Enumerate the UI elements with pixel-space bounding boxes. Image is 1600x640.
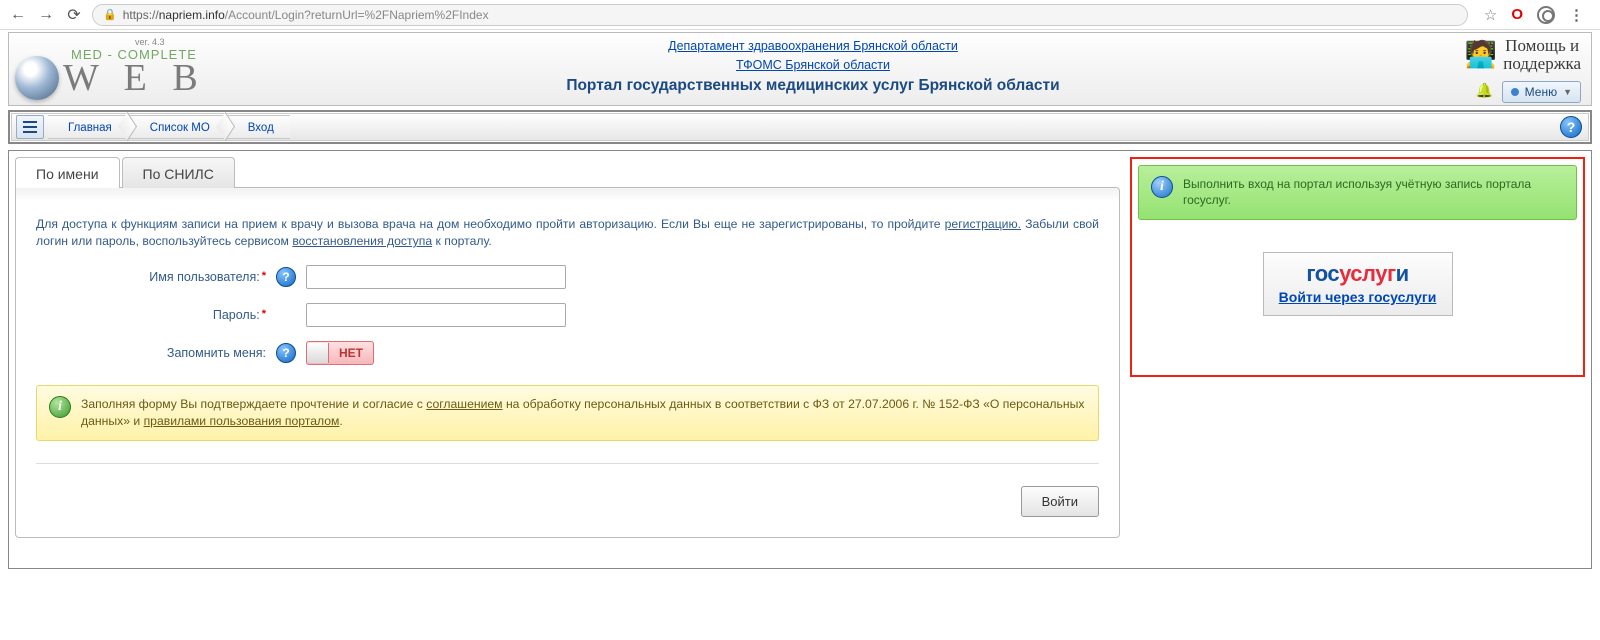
url-scheme: https://	[123, 8, 159, 22]
support-text: Помощь и поддержка	[1503, 37, 1581, 73]
chrome-actions: ☆ O ⋮	[1476, 6, 1592, 24]
gosuslugi-notice-text: Выполнить вход на портал используя учётн…	[1183, 176, 1564, 210]
tab-by-snils[interactable]: По СНИЛС	[122, 157, 235, 188]
gosuslugi-column: i Выполнить вход на портал используя учё…	[1130, 157, 1585, 539]
remember-toggle[interactable]: НЕТ	[306, 341, 374, 365]
tfoms-link[interactable]: ТФОМС Брянской области	[736, 58, 890, 72]
username-hint-icon[interactable]: ?	[276, 267, 296, 287]
password-input[interactable]	[306, 303, 566, 327]
logo-block: ver. 4.3 MED - COMPLETE W E B	[15, 37, 235, 100]
breadcrumb-bar-outer: Главная Список МО Вход ?	[8, 110, 1592, 144]
lock-icon: 🔒	[103, 8, 117, 21]
reload-button[interactable]: ⟳	[64, 5, 84, 25]
support-line1: Помощь и	[1503, 37, 1581, 55]
globe-icon	[15, 56, 59, 100]
consent-notice: i Заполняя форму Вы подтверждаете прочте…	[36, 385, 1099, 441]
rules-link[interactable]: правилами пользования порталом	[144, 414, 340, 428]
remember-row: Запомнить меня: ? НЕТ	[36, 341, 1099, 365]
username-row: Имя пользователя:* ?	[36, 265, 1099, 289]
url-domain: napriem.info	[159, 8, 225, 22]
profile-icon[interactable]	[1537, 6, 1555, 24]
version-label: ver. 4.3	[135, 37, 165, 47]
recover-link[interactable]: восстановления доступа	[292, 234, 432, 248]
username-label: Имя пользователя:*	[36, 270, 266, 284]
crumb-home[interactable]: Главная	[48, 115, 128, 139]
header-center: Департамент здравоохранения Брянской обл…	[235, 37, 1391, 95]
toggle-label: НЕТ	[329, 346, 373, 360]
intro-prefix: Для доступа к функциям записи на прием к…	[36, 217, 945, 231]
toggle-knob	[307, 343, 329, 363]
support-icon: 🧑‍💻	[1465, 39, 1497, 70]
extension-icon[interactable]: O	[1511, 6, 1523, 23]
gosuslugi-logo: госуслуги	[1270, 261, 1446, 287]
crumb-list[interactable]: Список МО	[128, 115, 226, 139]
content: По имени По СНИЛС Для доступа к функциям…	[8, 150, 1592, 570]
login-column: По имени По СНИЛС Для доступа к функциям…	[15, 157, 1120, 539]
agreement-link[interactable]: соглашением	[426, 397, 502, 411]
support-block[interactable]: 🧑‍💻 Помощь и поддержка	[1465, 37, 1581, 73]
header-right: 🧑‍💻 Помощь и поддержка Меню ▼	[1391, 37, 1581, 103]
tab-by-name[interactable]: По имени	[15, 157, 120, 188]
remember-hint-icon[interactable]: ?	[276, 343, 296, 363]
menu-label: Меню	[1525, 85, 1557, 99]
support-line2: поддержка	[1503, 55, 1581, 73]
password-row: Пароль:*	[36, 303, 1099, 327]
tab-strip: По имени По СНИЛС	[15, 157, 1120, 188]
breadcrumb-bar: Главная Список МО Вход ?	[11, 113, 1589, 141]
url-path: /Account/Login?returnUrl=%2FNapriem%2FIn…	[225, 8, 489, 22]
registration-link[interactable]: регистрацию.	[945, 217, 1021, 231]
gosuslugi-link[interactable]: Войти через госуслуги	[1270, 289, 1446, 305]
login-button[interactable]: Войти	[1021, 486, 1099, 517]
kebab-menu-icon[interactable]: ⋮	[1569, 6, 1584, 24]
remember-label: Запомнить меня:	[36, 346, 266, 360]
help-icon[interactable]: ?	[1560, 116, 1582, 138]
brand-web-text: W E B	[63, 56, 206, 100]
gosuslugi-notice: i Выполнить вход на портал используя учё…	[1138, 165, 1577, 221]
info-icon: i	[1151, 176, 1173, 198]
menu-dot-icon	[1511, 88, 1519, 96]
hamburger-button[interactable]	[16, 115, 44, 139]
notification-icon[interactable]	[1476, 82, 1496, 102]
portal-header: ver. 4.3 MED - COMPLETE W E B Департамен…	[8, 32, 1592, 106]
bookmark-icon[interactable]: ☆	[1484, 6, 1497, 24]
menu-button[interactable]: Меню ▼	[1502, 81, 1581, 103]
gosuslugi-card[interactable]: госуслуги Войти через госуслуги	[1263, 252, 1453, 316]
back-button[interactable]: ←	[8, 5, 28, 25]
tab-panel: Для доступа к функциям записи на прием к…	[15, 187, 1120, 539]
password-label: Пароль:*	[36, 308, 266, 322]
chevron-down-icon: ▼	[1563, 87, 1572, 97]
forward-button[interactable]: →	[36, 5, 56, 25]
brand-bottom: W E B	[15, 56, 206, 100]
crumb-login[interactable]: Вход	[226, 115, 290, 139]
separator	[36, 463, 1099, 464]
dept-link[interactable]: Департамент здравоохранения Брянской обл…	[668, 39, 958, 53]
intro-suffix: к порталу.	[432, 234, 492, 248]
username-input[interactable]	[306, 265, 566, 289]
browser-chrome: ← → ⟳ 🔒 https://napriem.info/Account/Log…	[0, 0, 1600, 30]
info-icon: i	[49, 396, 71, 418]
portal-title: Портал государственных медицинских услуг…	[235, 77, 1391, 95]
url-bar[interactable]: 🔒 https://napriem.info/Account/Login?ret…	[92, 4, 1468, 26]
intro-text: Для доступа к функциям записи на прием к…	[36, 216, 1099, 251]
consent-text: Заполняя форму Вы подтверждаете прочтени…	[81, 396, 1086, 430]
gosuslugi-panel: i Выполнить вход на портал используя учё…	[1130, 157, 1585, 377]
